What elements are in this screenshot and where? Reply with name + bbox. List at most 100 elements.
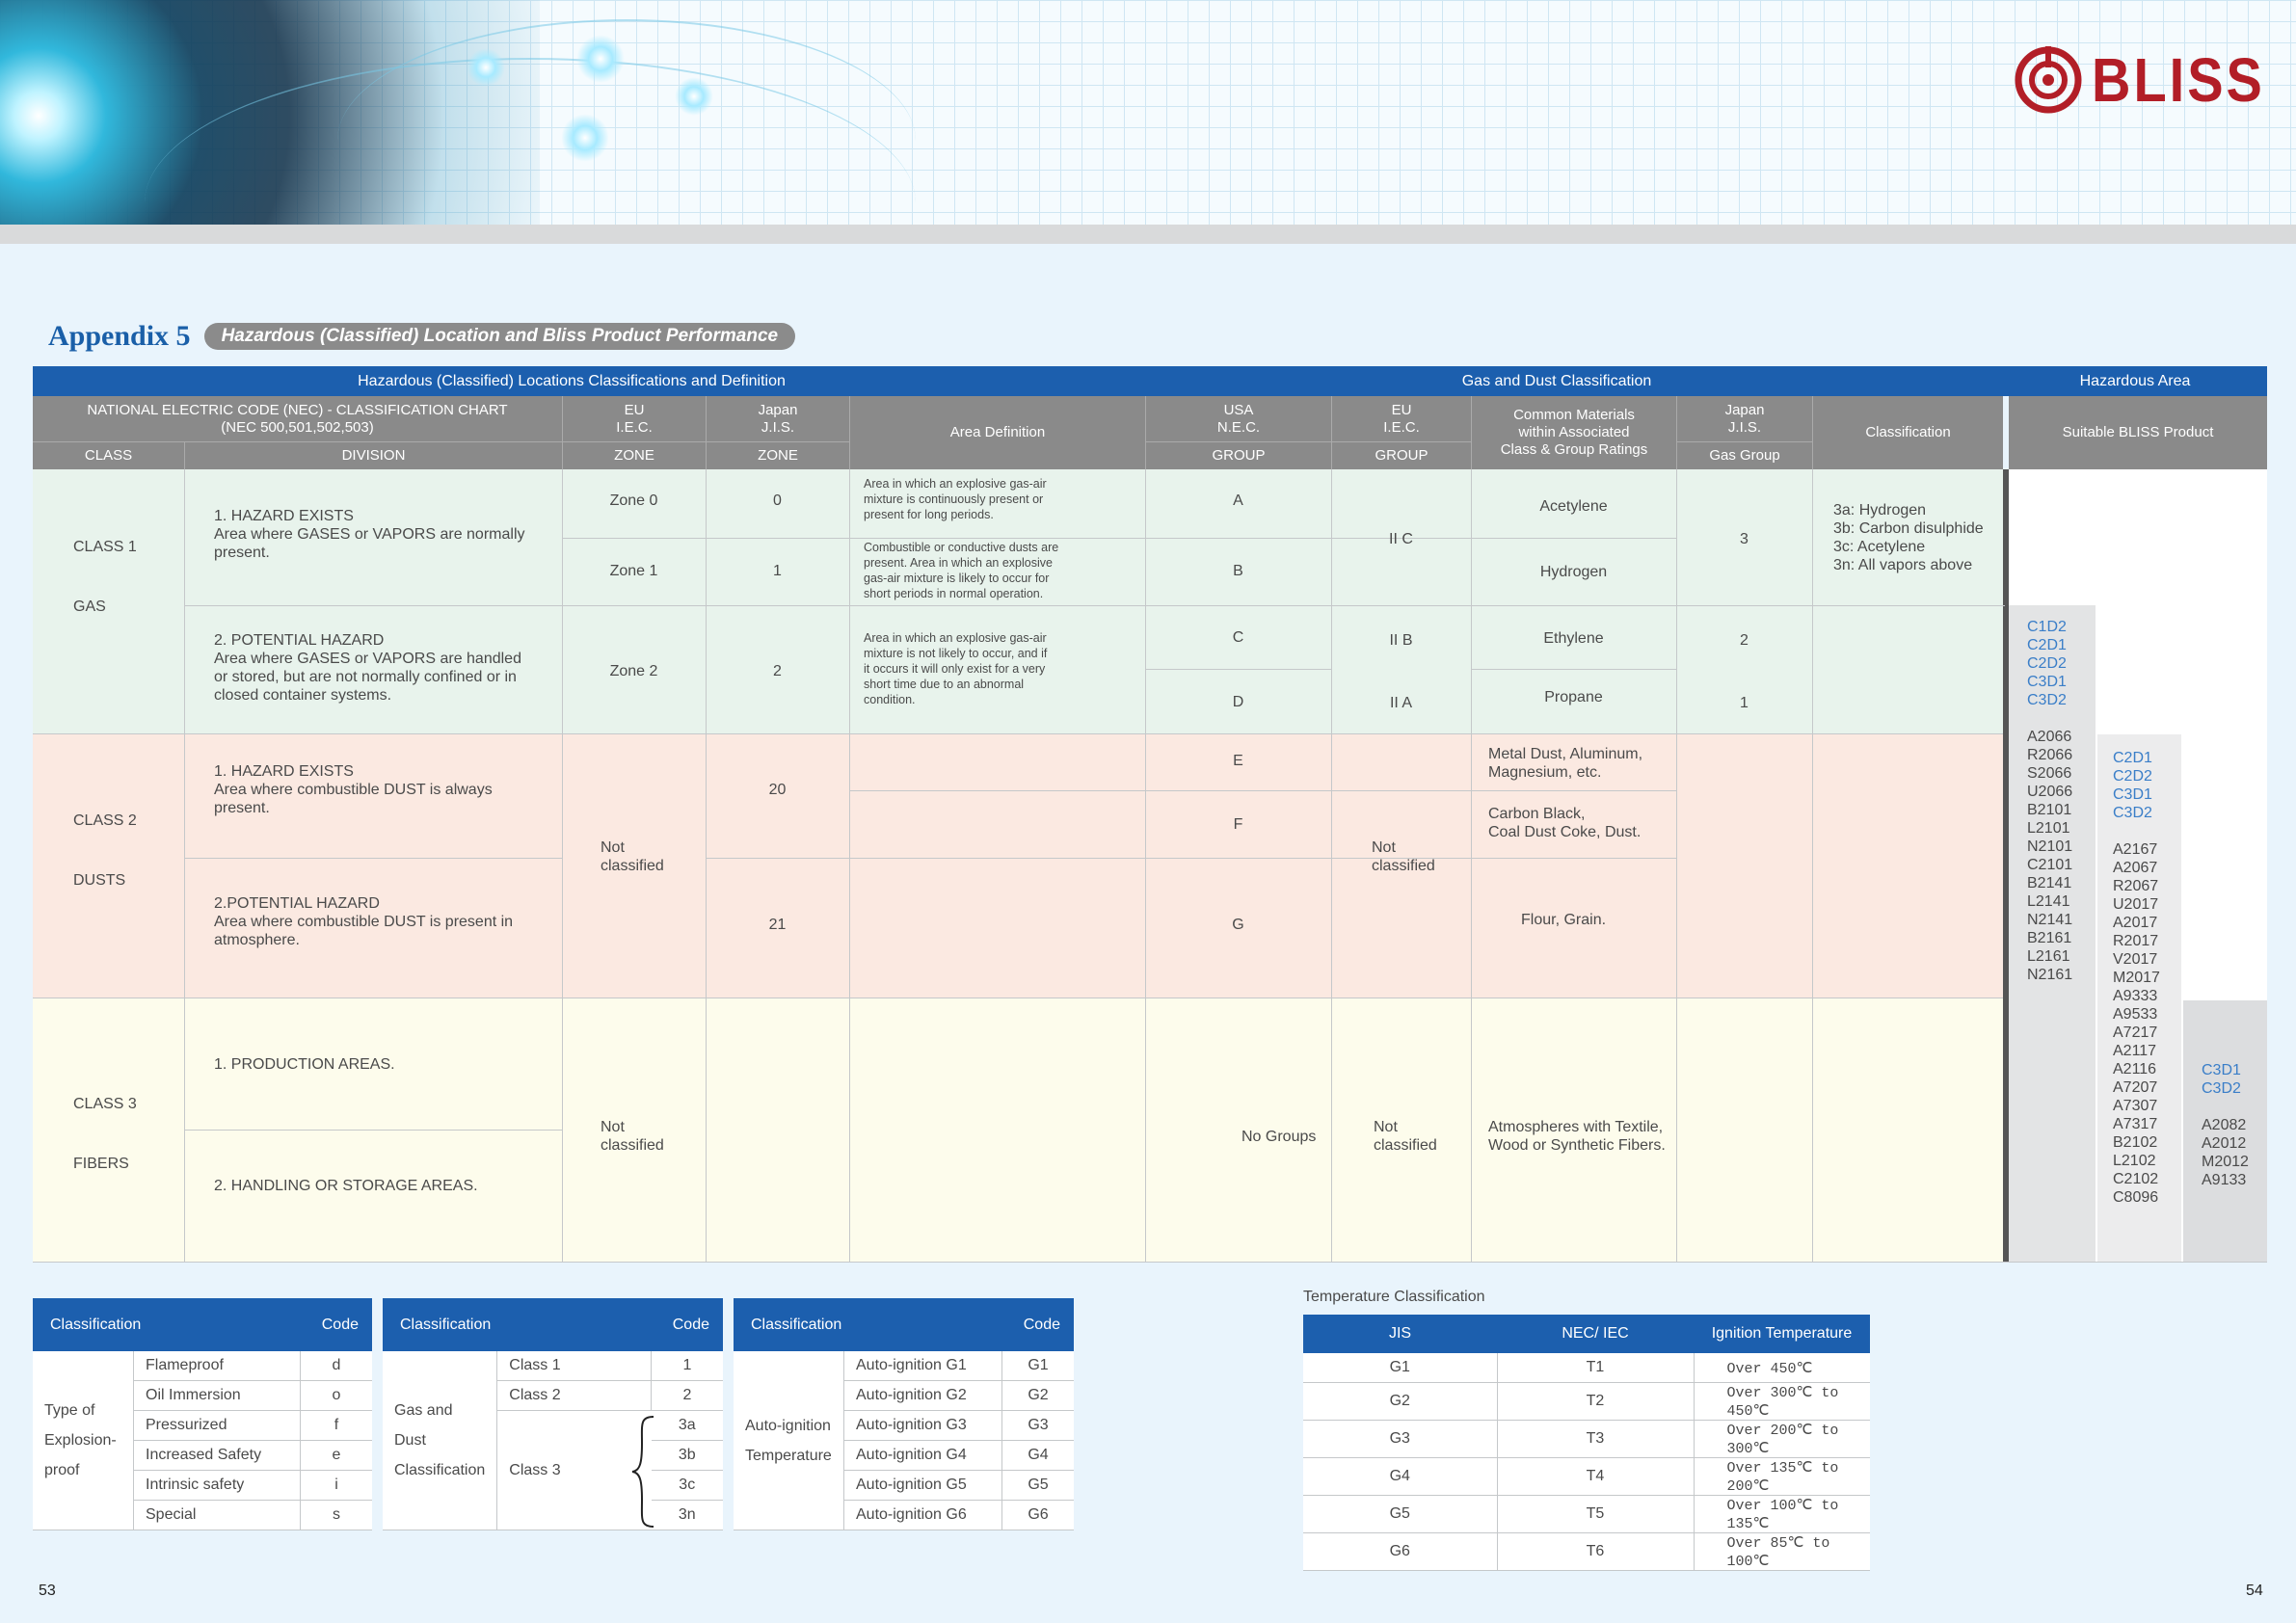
header-suitable-product: Suitable BLISS Product	[2009, 396, 2267, 469]
product-model: A9533	[2113, 1006, 2158, 1023]
autoignition-name: Auto-ignition G3	[843, 1410, 1002, 1441]
area-definition-zone2-line3: it occurs it will only exist for a very	[864, 662, 1046, 676]
gas-classification-line3: 3c: Acetylene	[1833, 539, 1926, 555]
product-model: A2082	[2202, 1117, 2247, 1133]
material-acetylene: Acetylene	[1539, 498, 1608, 515]
iec-group-iia: II A	[1389, 695, 1413, 711]
jis-zone-20: 20	[768, 782, 787, 798]
material-metal-dust-line1: Metal Dust, Aluminum,	[1488, 746, 1643, 762]
header-zone: ZONE	[562, 441, 706, 469]
class3-iec-group-line2: classified	[1374, 1137, 1437, 1154]
gasdust-group-label: Gas and Dust Classification	[383, 1351, 497, 1530]
class2-division2-line3: atmosphere.	[214, 932, 300, 948]
header-eu-iec-line2: I.E.C.	[616, 418, 653, 436]
table-row: G2 T2 Over 300℃ to 450℃	[1303, 1382, 1870, 1421]
jis-gas-group-2: 2	[1740, 632, 1749, 649]
explosion-type-code: e	[300, 1440, 372, 1471]
material-metal-dust-line2: Magnesium, etc.	[1488, 764, 1602, 781]
gasdust-class1: Class 1	[496, 1351, 652, 1381]
gasdust-code-3a: 3a	[651, 1410, 723, 1441]
class2-division1: 1. HAZARD EXISTS Area where combustible …	[214, 762, 551, 817]
product-class-code: C2D1	[2027, 637, 2067, 653]
products-col1: C1D2 C2D1 C2D2 C3D1 C3D2 A2066 R2066 S2066 U2066…	[2027, 618, 2072, 984]
header-japan-jis-2-line2: J.I.S.	[1727, 418, 1762, 436]
autoignition-header-code: Code	[1001, 1298, 1074, 1351]
product-model: N2141	[2027, 912, 2073, 928]
class2-zone-line1: Not	[601, 839, 625, 856]
zone-2: Zone 2	[609, 663, 658, 679]
product-model: L2102	[2113, 1153, 2156, 1169]
gasdust-class3: Class 3	[496, 1410, 654, 1530]
gasdust-header-classification: Classification	[383, 1298, 652, 1351]
area-definition-zone2-line1: Area in which an explosive gas-air	[864, 631, 1047, 645]
gasdust-code-3b: 3b	[651, 1440, 723, 1471]
gas-dust-table: Classification Code Gas and Dust Classif…	[383, 1298, 723, 1530]
class3-label: CLASS 3 FIBERS	[73, 1095, 137, 1173]
product-model: U2017	[2113, 896, 2159, 913]
header-japan-jis-2-line1: Japan	[1724, 401, 1765, 418]
temp-jis: G3	[1303, 1420, 1497, 1458]
header-common-materials-line3: Class & Group Ratings	[1500, 441, 1648, 458]
gasdust-class1-code: 1	[651, 1351, 723, 1381]
class1-division1: 1. HAZARD EXISTS Area where GASES or VAP…	[214, 507, 551, 562]
class1-division2-line4: closed container systems.	[214, 687, 392, 704]
product-model: A7307	[2113, 1098, 2158, 1114]
product-model: A2017	[2113, 915, 2158, 931]
table-row: Type of Explosion-proof Flameproof d	[33, 1351, 372, 1530]
material-carbon-black-line2: Coal Dust Coke, Dust.	[1488, 824, 1642, 840]
iec-group-iic: II C	[1389, 531, 1413, 547]
page-title: Appendix 5 Hazardous (Classified) Locati…	[48, 320, 796, 353]
jis-gas-group-1: 1	[1740, 695, 1749, 711]
product-model: R2066	[2027, 747, 2073, 763]
class2-division2: 2.POTENTIAL HAZARD Area where combustibl…	[214, 894, 551, 949]
material-fibers-line1: Atmospheres with Textile,	[1488, 1119, 1664, 1135]
area-definition-zone2-line5: condition.	[864, 693, 916, 706]
product-model: C8096	[2113, 1189, 2159, 1206]
autoignition-code: G3	[1001, 1410, 1074, 1441]
class2-iec-group-line1: Not	[1372, 839, 1396, 856]
class1-division1-line1: 1. HAZARD EXISTS	[214, 508, 354, 524]
bliss-logo: BLISS	[2015, 43, 2265, 116]
table-row: G4 T4 Over 135℃ to 200℃	[1303, 1457, 1870, 1496]
class3-division2: 2. HANDLING OR STORAGE AREAS.	[214, 1178, 478, 1194]
explosion-proof-table: Classification Code Type of Explosion-pro…	[33, 1298, 372, 1530]
header-locations-definition: Hazardous (Classified) Locations Classif…	[33, 366, 1110, 396]
group-b: B	[1233, 563, 1243, 579]
header-division: DIVISION	[184, 441, 562, 469]
header-class: CLASS	[33, 441, 184, 469]
temp-nec: T6	[1496, 1532, 1694, 1571]
banner-orb	[467, 48, 505, 87]
temp-nec: T5	[1496, 1495, 1694, 1533]
temp-header-jis: JIS	[1303, 1315, 1497, 1353]
gas-classification-list: 3a: Hydrogen 3b: Carbon disulphide 3c: A…	[1833, 501, 2002, 574]
iec-group-iib: II B	[1389, 632, 1413, 649]
header-japan-jis: Japan J.I.S.	[706, 396, 849, 441]
class1-division2-line3: or stored, but are not normally confined…	[214, 669, 517, 685]
header-nec-chart-line1: NATIONAL ELECTRIC CODE (NEC) - CLASSIFIC…	[87, 401, 508, 418]
autoignition-name: Auto-ignition G4	[843, 1440, 1002, 1471]
product-model: C2101	[2027, 857, 2073, 873]
explosion-type-name: Increased Safety	[133, 1440, 301, 1471]
temp-nec: T3	[1496, 1420, 1694, 1458]
product-model: M2012	[2202, 1154, 2249, 1170]
material-carbon-black: Carbon Black, Coal Dust Coke, Dust.	[1488, 805, 1671, 841]
class2-iec-group-line2: classified	[1372, 858, 1435, 874]
gasdust-header-code: Code	[651, 1298, 723, 1351]
explosion-type-name: Pressurized	[133, 1410, 301, 1441]
class3-zone-line2: classified	[601, 1137, 664, 1154]
product-model: B2102	[2113, 1134, 2158, 1151]
explosion-header-classification: Classification	[33, 1298, 301, 1351]
header-common-materials-line2: within Associated	[1518, 424, 1630, 440]
area-definition-zone0: Area in which an explosive gas-air mixtu…	[864, 476, 1138, 522]
temp-header-nec: NEC/ IEC	[1497, 1315, 1694, 1353]
group-e: E	[1233, 753, 1243, 769]
material-carbon-black-line1: Carbon Black,	[1488, 806, 1586, 822]
autoignition-name: Auto-ignition G5	[843, 1470, 1002, 1501]
explosion-group-label-line: proof	[44, 1462, 80, 1478]
explosion-type-name: Intrinsic safety	[133, 1470, 301, 1501]
autoignition-name: Auto-ignition G2	[843, 1380, 1002, 1411]
autoignition-group-label-line: Auto-ignition	[745, 1417, 831, 1434]
class3-division1: 1. PRODUCTION AREAS.	[214, 1056, 395, 1073]
banner-divider	[0, 225, 2296, 244]
page-number-left: 53	[39, 1583, 56, 1599]
